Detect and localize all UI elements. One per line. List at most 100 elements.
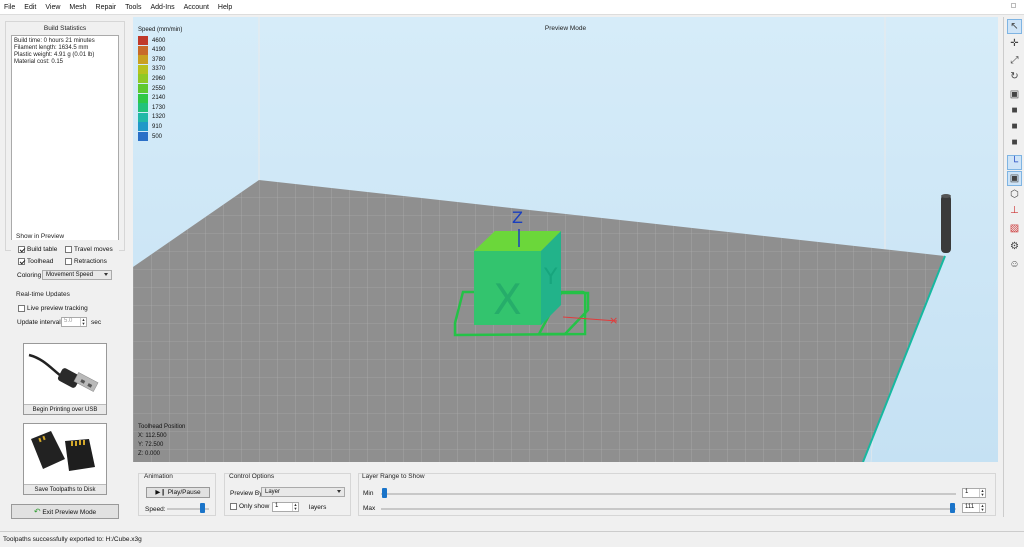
view-iso-button[interactable]: ▣ [1007, 87, 1022, 102]
min-slider-track[interactable] [381, 493, 956, 495]
legend-value: 2960 [152, 75, 166, 82]
retractions-check[interactable] [65, 258, 72, 265]
exit-preview-label: Exit Preview Mode [42, 509, 97, 516]
save-toolpaths-label: Save Toolpaths to Disk [24, 484, 106, 494]
max-slider-track[interactable] [381, 508, 956, 510]
only-show-value: 1 [275, 503, 279, 509]
menu-tools[interactable]: Tools [125, 4, 141, 11]
speed-slider-thumb[interactable] [200, 503, 206, 513]
save-toolpaths-button[interactable]: Save Toolpaths to Disk [23, 423, 107, 495]
show-in-preview-title: Show in Preview [16, 233, 65, 240]
animation-title: Animation [144, 473, 173, 480]
toolhead-checkbox[interactable]: Toolhead [18, 258, 53, 265]
legend-row: 4600 [138, 36, 165, 45]
toolhead-position: Toolhead Position X: 112.500 Y: 72.500 Z… [138, 423, 185, 459]
only-show-checkbox[interactable]: Only show [230, 503, 269, 510]
begin-printing-usb-button[interactable]: Begin Printing over USB [23, 343, 107, 415]
menu-view[interactable]: View [45, 4, 60, 11]
cube-front-icon: ■ [1011, 105, 1018, 116]
bottom-controls: Animation ▶❙ Play/Pause Speed: Control O… [133, 464, 998, 519]
cube-y-letter: Y [543, 265, 558, 290]
live-preview-label: Live preview tracking [27, 305, 88, 312]
view-top-button[interactable]: ■ [1007, 119, 1022, 134]
only-show-input[interactable]: 1 ▲ ▼ [272, 502, 299, 512]
spin-arrows-icon: ▲ ▼ [979, 488, 985, 497]
live-preview-check[interactable] [18, 305, 25, 312]
preview-by-select[interactable]: Layer [261, 487, 345, 497]
menu-file[interactable]: File [4, 4, 15, 11]
begin-printing-usb-label: Begin Printing over USB [24, 404, 106, 414]
build-table-check[interactable] [18, 246, 25, 253]
travel-moves-check[interactable] [65, 246, 72, 253]
scale-icon: ⤢ [1010, 55, 1019, 66]
window-control[interactable] [1011, 3, 1016, 8]
menu-addins[interactable]: Add-Ins [150, 4, 174, 11]
speed-label: Speed: [145, 506, 166, 513]
axes-icon: └ [1010, 157, 1019, 168]
legend-swatch [138, 103, 148, 113]
stat-filament-length: Filament length: 1634.5 mm [14, 45, 89, 51]
menu-help[interactable]: Help [218, 4, 232, 11]
legend-row: 2140 [138, 93, 166, 103]
right-toolbar: ↖ ✛ ⤢ ↻ ▣ ■ ■ ■ └ ▣ ⬡ ⊥ ▧ ⚙ ☺ [1003, 17, 1024, 517]
min-slider-thumb[interactable] [382, 488, 387, 498]
axes-toggle-button[interactable]: └ [1007, 155, 1022, 170]
status-bar: Toolpaths successfully exported to: H:/C… [0, 531, 1024, 546]
toolhead-top [941, 194, 951, 198]
update-interval-label: Update interval [17, 319, 61, 326]
travel-moves-checkbox[interactable]: Travel moves [65, 246, 113, 253]
legend-value: 1320 [152, 114, 166, 121]
menu-mesh[interactable]: Mesh [69, 4, 86, 11]
legend-value: 2140 [152, 95, 166, 102]
legend-value: 910 [152, 123, 163, 130]
update-interval-input[interactable]: 5.0 ▲ ▼ [61, 317, 87, 327]
scale-tool-button[interactable]: ⤢ [1007, 53, 1022, 68]
only-show-check[interactable] [230, 503, 237, 510]
update-interval-unit: sec [91, 319, 102, 326]
toolhead-z: Z: 0.000 [138, 451, 161, 457]
cursor-arrow-icon: ↖ [1010, 21, 1019, 32]
menu-account[interactable]: Account [184, 4, 209, 11]
legend-row: 4190 [138, 45, 165, 55]
preview-viewport[interactable]: × X Y Z Preview Mode Speed (mm/min) 4600… [133, 17, 998, 462]
profile-button[interactable]: ☺ [1007, 257, 1022, 272]
menu-bar: File Edit View Mesh Repair Tools Add-Ins Accoun… [0, 0, 1024, 15]
play-pause-button[interactable]: ▶❙ Play/Pause [146, 487, 210, 498]
menu-repair[interactable]: Repair [96, 4, 117, 11]
coloring-select[interactable]: Movement Speed [42, 270, 112, 280]
legend-swatch [138, 64, 148, 74]
section-button[interactable]: ▧ [1007, 221, 1022, 236]
preview-mode-title: Preview Mode [544, 25, 587, 32]
legend-swatch [138, 36, 148, 45]
max-slider-thumb[interactable] [950, 503, 955, 513]
min-label: Min [363, 490, 374, 497]
build-table-checkbox[interactable]: Build table [18, 246, 57, 253]
gear-icon: ⚙ [1010, 241, 1019, 252]
wireframe-button[interactable]: ⬡ [1007, 187, 1022, 202]
legend-row: 3370 [138, 64, 165, 74]
z-axis-label: Z [512, 208, 523, 227]
rotate-tool-button[interactable]: ↻ [1007, 69, 1022, 84]
min-layer-input[interactable]: 1 ▲ ▼ [962, 488, 986, 498]
coordinate-button[interactable]: ⊥ [1007, 203, 1022, 218]
select-tool-button[interactable]: ↖ [1007, 19, 1022, 34]
rotate-icon: ↻ [1010, 71, 1019, 82]
menu-edit[interactable]: Edit [24, 4, 36, 11]
exit-preview-button[interactable]: ↶ Exit Preview Mode [11, 504, 119, 519]
x-axis-marker: × [609, 314, 618, 327]
settings-button[interactable]: ⚙ [1007, 239, 1022, 254]
max-layer-input[interactable]: 111 ▲ ▼ [962, 503, 986, 513]
view-front-button[interactable]: ■ [1007, 103, 1022, 118]
view-side-button[interactable]: ■ [1007, 135, 1022, 150]
live-preview-checkbox[interactable]: Live preview tracking [18, 305, 88, 312]
legend-swatch [138, 45, 148, 55]
travel-moves-label: Travel moves [74, 246, 113, 253]
move-tool-button[interactable]: ✛ [1007, 36, 1022, 51]
max-label: Max [363, 505, 376, 512]
build-volume-toggle-button[interactable]: ▣ [1007, 171, 1022, 186]
toolhead-y: Y: 72.500 [138, 442, 164, 448]
retractions-checkbox[interactable]: Retractions [65, 258, 107, 265]
cube-top-icon: ■ [1011, 121, 1018, 132]
toolhead-check[interactable] [18, 258, 25, 265]
cube-side-icon: ■ [1011, 137, 1018, 148]
